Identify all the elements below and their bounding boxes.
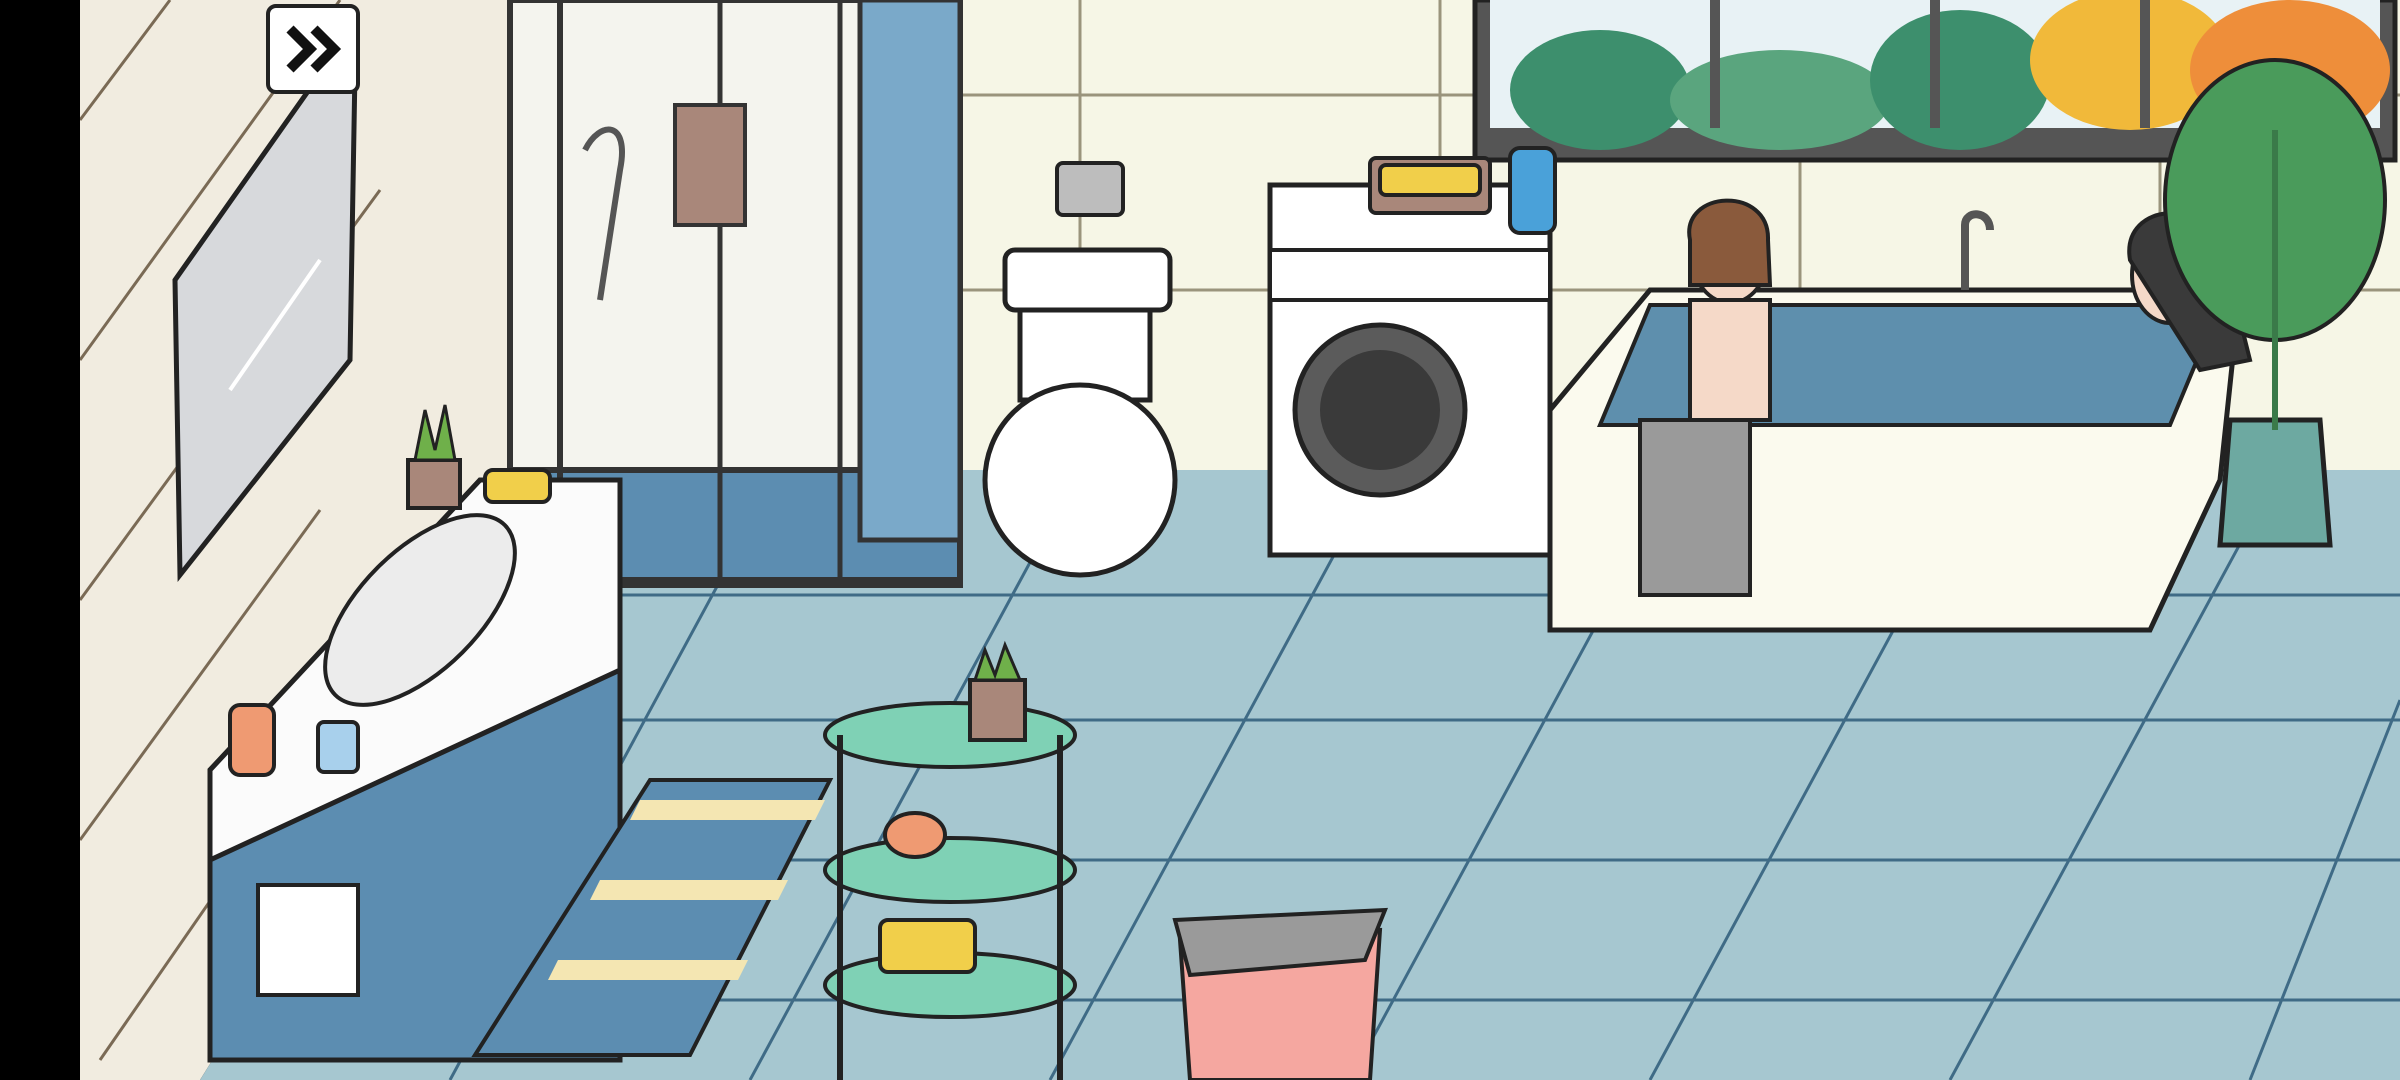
fast-forward-icon xyxy=(286,25,342,73)
toilet-paper-holder[interactable] xyxy=(1055,161,1125,217)
washing-machine[interactable] xyxy=(1267,146,1557,558)
cup[interactable] xyxy=(316,720,360,774)
character-short-hair[interactable] xyxy=(1687,198,1773,422)
toilet[interactable] xyxy=(982,247,1178,578)
bathroom-scene xyxy=(80,0,2400,1080)
scene-illustration xyxy=(80,0,2400,1080)
laundry-basket[interactable] xyxy=(1172,907,1389,1080)
soap-bar[interactable] xyxy=(483,468,552,504)
soap-dispenser[interactable] xyxy=(228,703,276,777)
letterbox-bar xyxy=(0,0,80,1080)
skip-button[interactable] xyxy=(266,4,360,94)
